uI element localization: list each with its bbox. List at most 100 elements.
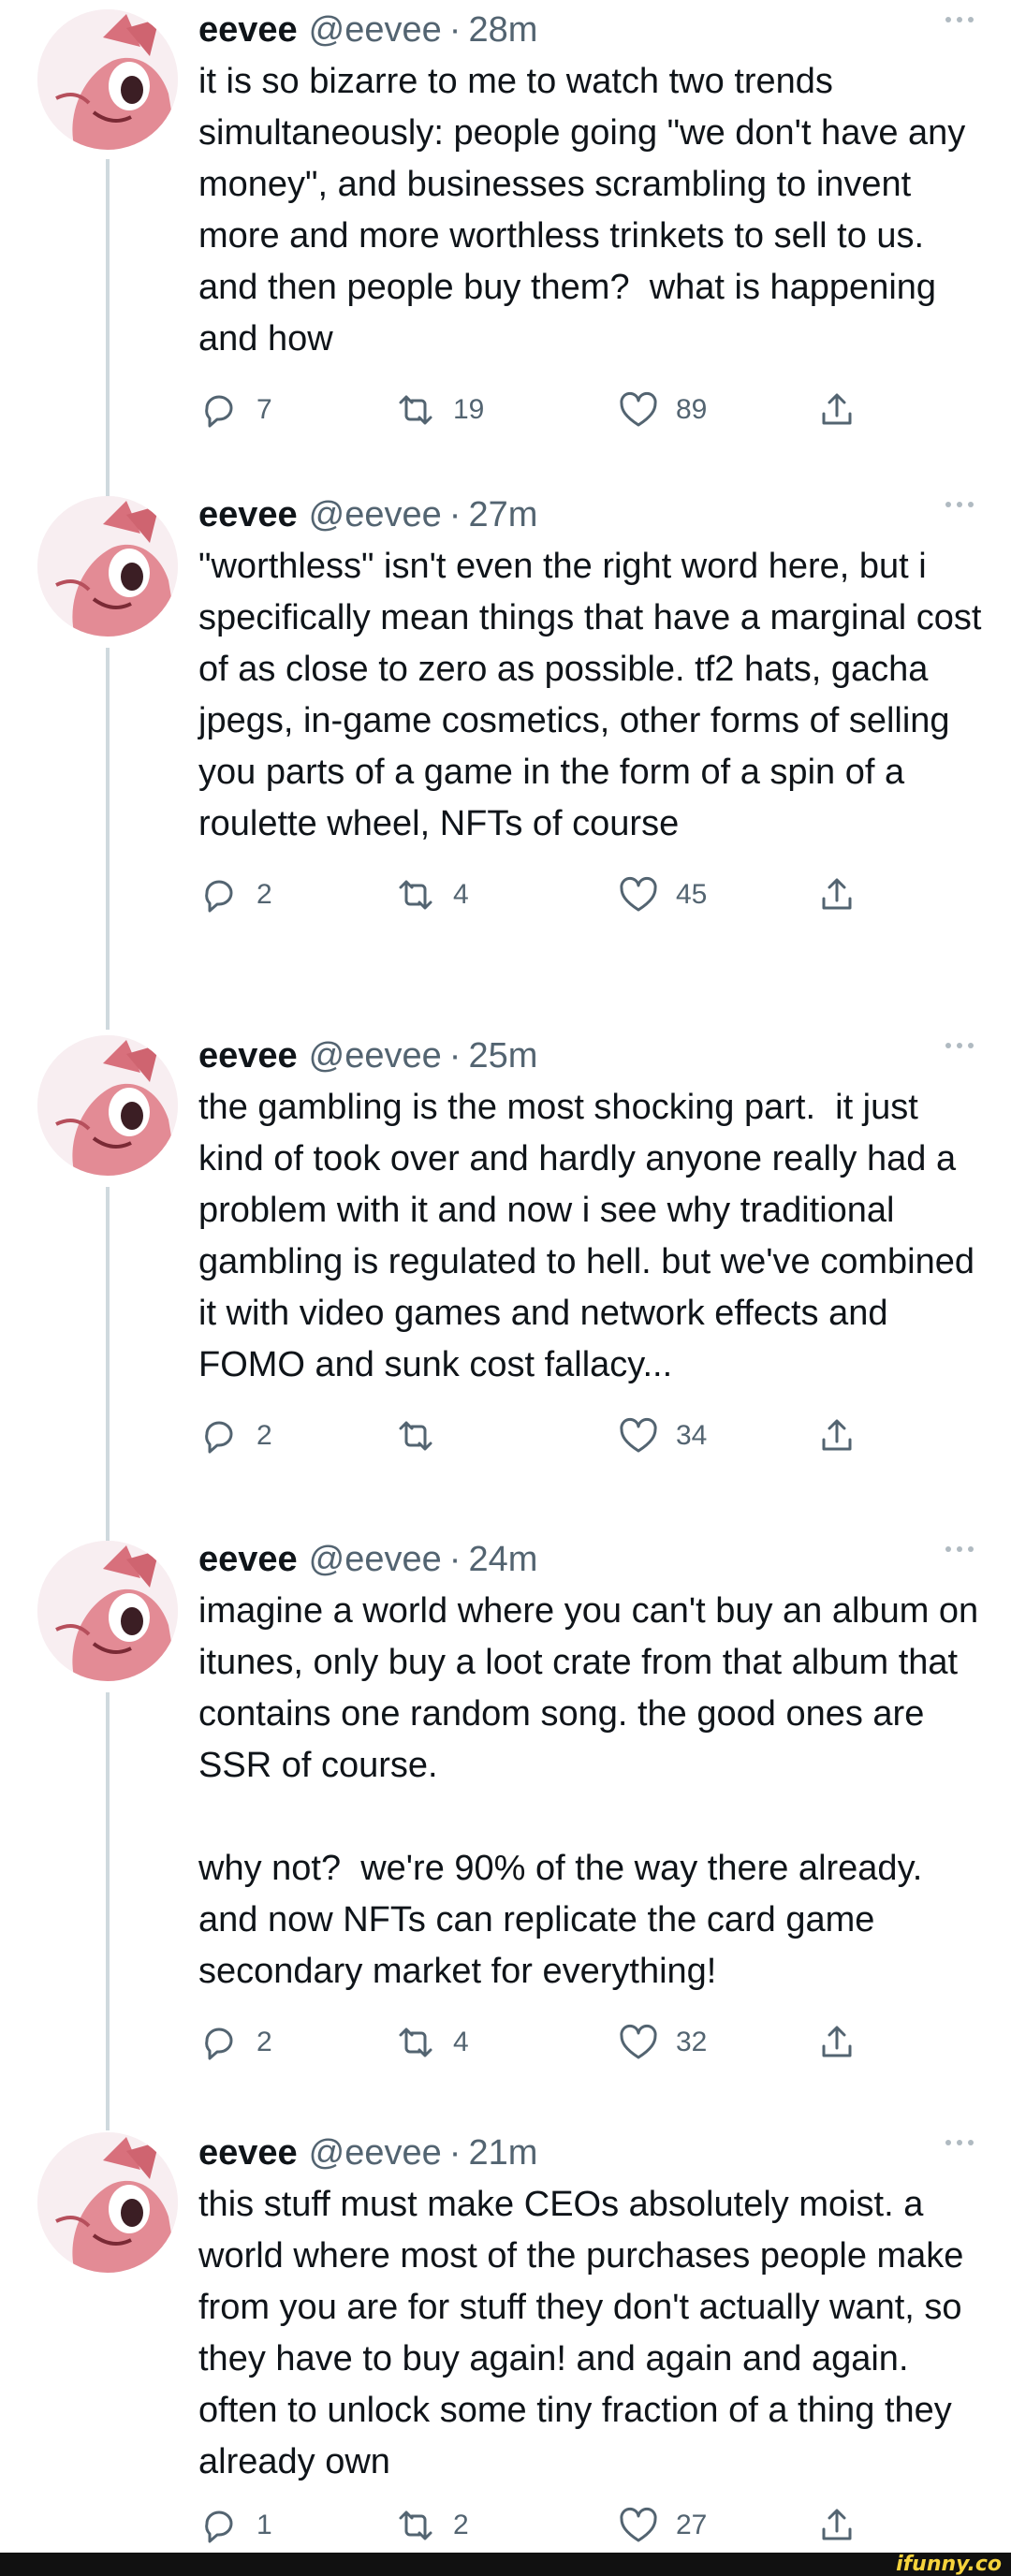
reply-button[interactable]: 2 xyxy=(198,1408,272,1464)
reply-icon xyxy=(205,2027,233,2060)
tweet[interactable]: eevee @eevee · 27m "worthless" isn't eve… xyxy=(0,487,1011,1030)
retweet-button[interactable]: 2 xyxy=(395,2497,469,2554)
more-icon[interactable] xyxy=(945,17,974,22)
share-icon xyxy=(822,2509,852,2540)
more-icon[interactable] xyxy=(945,1043,974,1048)
retweet-button[interactable]: 4 xyxy=(395,867,469,923)
avatar-image xyxy=(37,1035,178,1176)
like-button[interactable]: 27 xyxy=(618,2497,707,2554)
reply-count: 2 xyxy=(256,1420,272,1451)
like-count: 34 xyxy=(676,1420,708,1451)
like-button[interactable]: 32 xyxy=(618,2014,707,2071)
separator: · xyxy=(448,2133,462,2173)
tweet[interactable]: eevee @eevee · 24m imagine a world where… xyxy=(0,1531,1011,2130)
reply-button[interactable]: 1 xyxy=(198,2497,272,2554)
author-name[interactable]: eevee xyxy=(198,4,298,56)
retweet-button[interactable]: 19 xyxy=(395,382,484,438)
reply-button[interactable]: 7 xyxy=(198,382,272,438)
tweet-actions: 2 34 xyxy=(198,1408,992,1464)
tweet-actions: 7 19 89 xyxy=(198,382,992,438)
separator: · xyxy=(448,1036,462,1076)
retweet-count: 2 xyxy=(453,2510,469,2540)
author-name[interactable]: eevee xyxy=(198,1030,298,1082)
share-button[interactable] xyxy=(816,382,857,438)
share-icon xyxy=(822,878,852,910)
retweet-icon xyxy=(399,2510,432,2540)
more-icon[interactable] xyxy=(945,2140,974,2145)
reply-button[interactable]: 2 xyxy=(198,2014,272,2071)
tweet-actions: 2 4 32 xyxy=(198,2014,992,2071)
author-handle[interactable]: @eevee xyxy=(309,4,442,56)
share-icon xyxy=(822,393,852,425)
avatar[interactable] xyxy=(37,1541,178,1681)
share-button[interactable] xyxy=(816,2497,857,2554)
like-count: 32 xyxy=(676,2027,708,2057)
retweet-button[interactable]: 4 xyxy=(395,2014,469,2071)
author-handle[interactable]: @eevee xyxy=(309,1533,442,1586)
tweet-content: eevee @eevee · 27m "worthless" isn't eve… xyxy=(198,489,992,923)
like-count: 27 xyxy=(676,2510,708,2540)
reply-icon xyxy=(205,2510,233,2543)
like-count: 89 xyxy=(676,394,708,425)
like-button[interactable]: 89 xyxy=(618,382,707,438)
thread-connector xyxy=(106,648,110,1030)
tweet-header: eevee @eevee · 28m xyxy=(198,4,992,56)
author-handle[interactable]: @eevee xyxy=(309,2127,442,2179)
timestamp[interactable]: 24m xyxy=(468,1533,537,1586)
author-name[interactable]: eevee xyxy=(198,2127,298,2179)
tweet-text: this stuff must make CEOs absolutely moi… xyxy=(198,2185,974,2481)
timestamp[interactable]: 28m xyxy=(468,4,537,56)
tweet[interactable]: eevee @eevee · 25m the gambling is the m… xyxy=(0,1026,1011,1550)
timestamp[interactable]: 25m xyxy=(468,1030,537,1082)
share-icon xyxy=(822,2026,852,2057)
tweet-actions: 1 2 27 xyxy=(198,2497,992,2554)
avatar[interactable] xyxy=(37,9,178,150)
heart-icon xyxy=(620,1417,657,1453)
more-icon[interactable] xyxy=(945,1546,974,1552)
tweet[interactable]: eevee @eevee · 21m this stuff must make … xyxy=(0,2123,1011,2553)
retweet-icon xyxy=(399,2027,432,2057)
avatar[interactable] xyxy=(37,2132,178,2273)
separator: · xyxy=(448,10,462,50)
heart-icon xyxy=(620,2024,657,2059)
reply-icon xyxy=(205,880,233,913)
avatar-image xyxy=(37,1541,178,1681)
author-name[interactable]: eevee xyxy=(198,489,298,541)
author-name[interactable]: eevee xyxy=(198,1533,298,1586)
tweet-header: eevee @eevee · 24m xyxy=(198,1533,992,1586)
reply-icon xyxy=(205,1421,233,1454)
retweet-count: 4 xyxy=(453,2027,469,2057)
timestamp[interactable]: 27m xyxy=(468,489,537,541)
tweet-text: imagine a world where you can't buy an a… xyxy=(198,1591,979,1991)
retweet-icon xyxy=(399,395,432,425)
like-button[interactable]: 45 xyxy=(618,867,707,923)
tweet-text: the gambling is the most shocking part. … xyxy=(198,1088,985,1384)
heart-icon xyxy=(620,876,657,912)
reply-count: 7 xyxy=(256,394,272,425)
reply-icon xyxy=(205,395,233,428)
more-icon[interactable] xyxy=(945,502,974,507)
like-count: 45 xyxy=(676,879,708,910)
retweet-button[interactable] xyxy=(395,1408,453,1464)
retweet-icon xyxy=(399,1421,432,1451)
author-handle[interactable]: @eevee xyxy=(309,1030,442,1082)
author-handle[interactable]: @eevee xyxy=(309,489,442,541)
avatar[interactable] xyxy=(37,496,178,637)
share-button[interactable] xyxy=(816,1408,857,1464)
heart-icon xyxy=(620,2507,657,2542)
reply-count: 1 xyxy=(256,2510,272,2540)
like-button[interactable]: 34 xyxy=(618,1408,707,1464)
avatar[interactable] xyxy=(37,1035,178,1176)
share-button[interactable] xyxy=(816,2014,857,2071)
thread-connector xyxy=(106,159,110,505)
tweet[interactable]: eevee @eevee · 28m it is so bizarre to m… xyxy=(0,0,1011,505)
separator: · xyxy=(448,1540,462,1579)
tweet-text: "worthless" isn't even the right word he… xyxy=(198,547,991,843)
retweet-count: 4 xyxy=(453,879,469,910)
reply-button[interactable]: 2 xyxy=(198,867,272,923)
timestamp[interactable]: 21m xyxy=(468,2127,537,2179)
tweet-content: eevee @eevee · 25m the gambling is the m… xyxy=(198,1030,992,1464)
share-icon xyxy=(822,1419,852,1451)
heart-icon xyxy=(620,391,657,427)
share-button[interactable] xyxy=(816,867,857,923)
